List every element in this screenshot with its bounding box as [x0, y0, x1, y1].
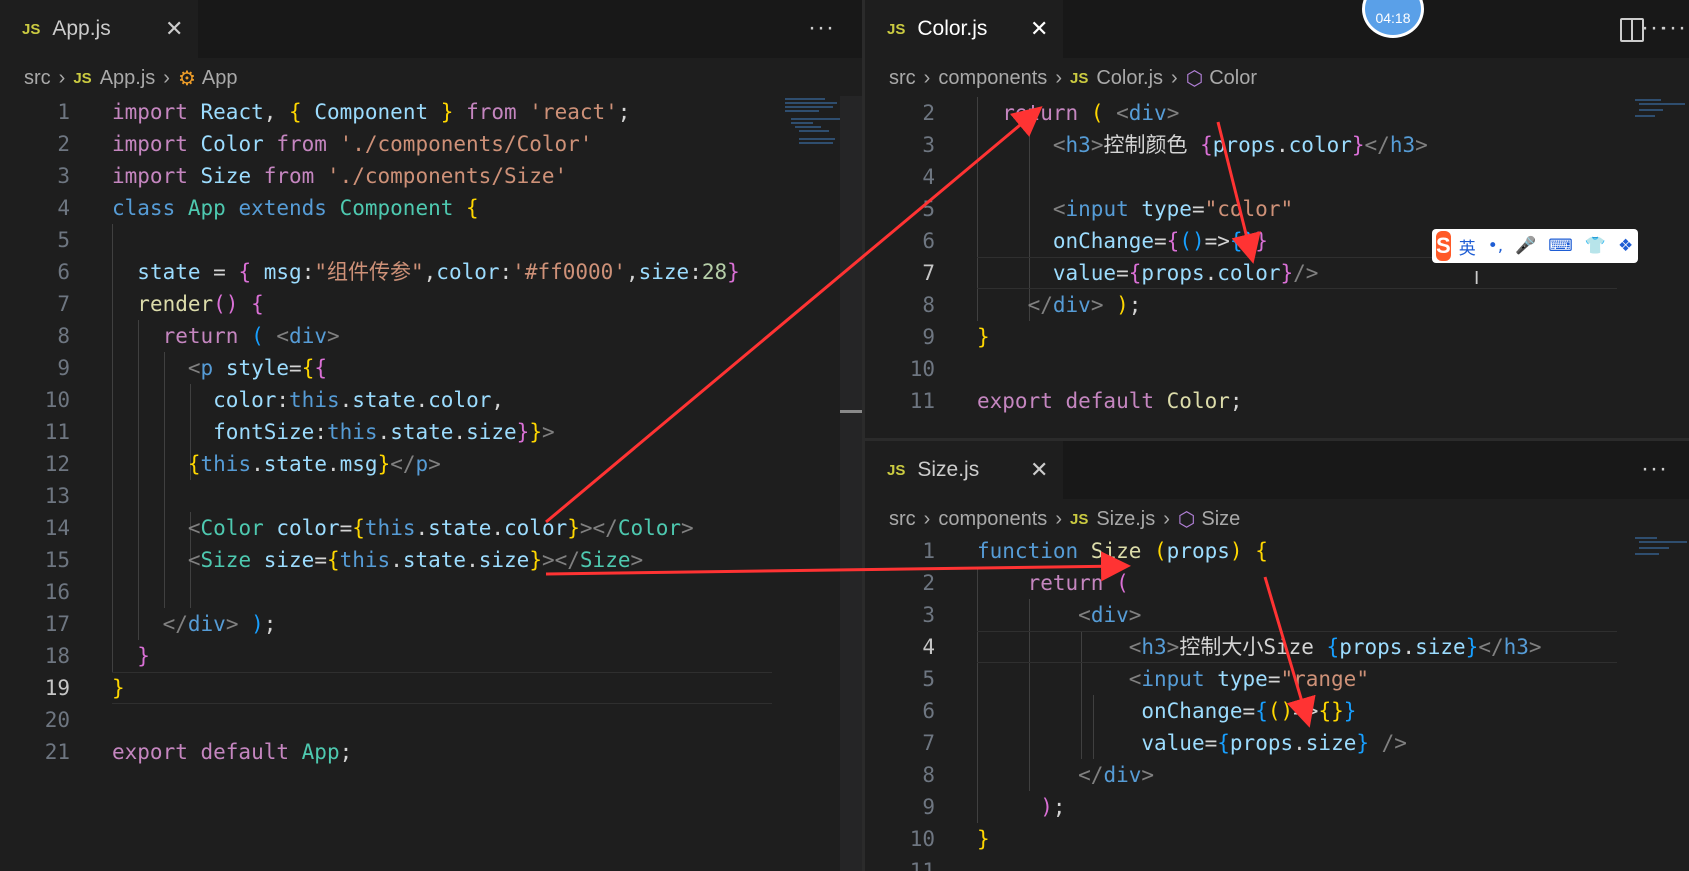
- arrow-size-to-function: [545, 551, 1131, 582]
- arrow-size-props: [1263, 576, 1316, 728]
- arrow-color-props: [1216, 121, 1261, 264]
- annotation-arrows: [545, 106, 1316, 728]
- arrow-color-to-return: [545, 106, 1043, 524]
